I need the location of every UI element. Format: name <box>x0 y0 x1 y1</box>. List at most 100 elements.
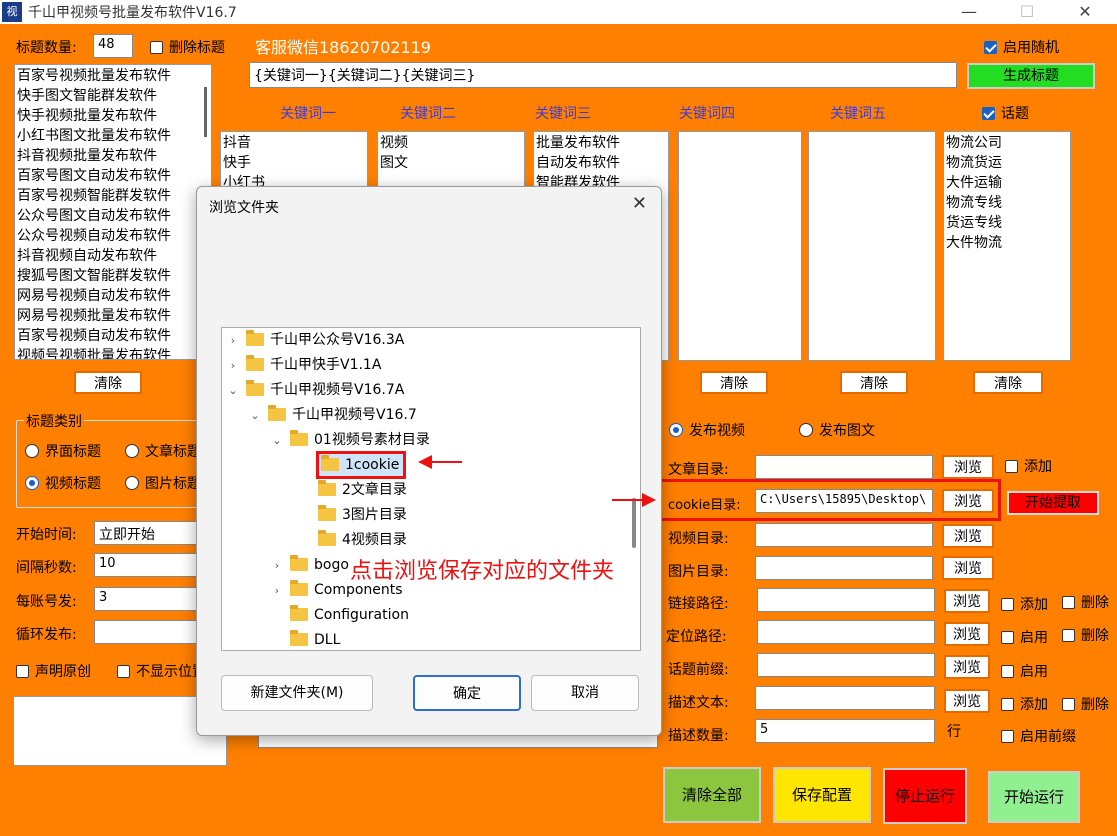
delete-title-checkbox[interactable]: 删除标题 <box>150 37 225 57</box>
title-list-item[interactable]: 百家号视频批量发布软件 <box>17 66 209 86</box>
tree-node[interactable]: 3图片目录 <box>318 503 407 527</box>
dialog-close-icon[interactable]: ✕ <box>632 193 647 214</box>
keyword4-list[interactable] <box>678 131 802 361</box>
chevron-down-icon[interactable]: ⌄ <box>248 404 262 428</box>
title-template-input[interactable]: {关键词一}{关键词二}{关键词三} <box>249 62 957 88</box>
loop-input[interactable] <box>94 620 198 644</box>
enable-random-checkbox[interactable]: 启用随机 <box>984 37 1059 57</box>
clear-keyword5-button[interactable]: 清除 <box>840 371 908 394</box>
generate-title-button[interactable]: 生成标题 <box>967 63 1095 89</box>
location-browse-button[interactable]: 浏览 <box>944 622 990 646</box>
desc-text-input[interactable] <box>755 686 935 710</box>
image-browse-button[interactable]: 浏览 <box>942 556 994 580</box>
link-delete-checkbox[interactable]: 删除 <box>1062 592 1116 612</box>
image-dir-input[interactable] <box>755 556 933 580</box>
chevron-right-icon[interactable]: › <box>226 354 240 378</box>
new-folder-button[interactable]: 新建文件夹(M) <box>221 675 373 711</box>
interval-input[interactable]: 10 <box>94 553 198 577</box>
minimize-button[interactable]: — <box>954 2 984 21</box>
title-list-item[interactable]: 抖音视频自动发布软件 <box>17 246 209 266</box>
radio-publish-image[interactable]: 发布图文 <box>799 420 875 440</box>
log-textbox[interactable] <box>13 696 227 766</box>
chevron-right-icon[interactable]: › <box>270 554 284 578</box>
title-list-item[interactable]: 网易号视频批量发布软件 <box>17 306 209 326</box>
list-item[interactable]: 物流专线 <box>946 193 1068 213</box>
title-list-item[interactable]: 快手视频批量发布软件 <box>17 106 209 126</box>
enable-prefix-checkbox[interactable]: 启用前缀 <box>1001 726 1076 746</box>
title-list-item[interactable]: 公众号图文自动发布软件 <box>17 206 209 226</box>
radio-article-title[interactable]: 文章标题 <box>125 441 205 461</box>
article-dir-input[interactable] <box>755 455 933 479</box>
tree-node[interactable]: 2文章目录 <box>318 478 407 502</box>
desc-text-browse-button[interactable]: 浏览 <box>944 689 990 713</box>
topic-list[interactable]: 物流公司 物流货运 大件运输 物流专线 货运专线 大件物流 <box>943 131 1071 361</box>
list-item[interactable]: 快手 <box>223 153 365 173</box>
tree-node[interactable]: DLL <box>290 628 340 650</box>
tree-node[interactable]: ⌄ 01视频号素材目录 <box>270 428 430 452</box>
desc-add-checkbox[interactable]: 添加 <box>1001 694 1048 714</box>
per-account-input[interactable]: 3 <box>94 587 198 611</box>
article-browse-button[interactable]: 浏览 <box>942 455 994 479</box>
tree-node[interactable]: › bogo <box>270 553 349 577</box>
topic-prefix-browse-button[interactable]: 浏览 <box>944 655 990 679</box>
chevron-down-icon[interactable]: ⌄ <box>270 429 284 453</box>
title-list-item[interactable]: 搜狐号图文智能群发软件 <box>17 266 209 286</box>
list-item[interactable]: 物流货运 <box>946 153 1068 173</box>
list-item[interactable]: 视频 <box>380 133 522 153</box>
topic-checkbox[interactable]: 话题 <box>982 103 1029 123</box>
link-browse-button[interactable]: 浏览 <box>944 589 990 613</box>
article-add-checkbox[interactable]: 添加 <box>1005 456 1052 476</box>
clear-keyword4-button[interactable]: 清除 <box>700 371 768 394</box>
chevron-right-icon[interactable]: › <box>270 579 284 603</box>
radio-image-title[interactable]: 图片标题 <box>125 473 205 493</box>
list-item[interactable]: 物流公司 <box>946 133 1068 153</box>
desc-count-input[interactable]: 5 <box>755 719 935 743</box>
tree-scrollbar-thumb[interactable] <box>632 498 636 548</box>
cancel-button[interactable]: 取消 <box>531 675 639 711</box>
hide-location-checkbox[interactable]: 不显示位置 <box>117 661 197 681</box>
list-item[interactable]: 抖音 <box>223 133 365 153</box>
chevron-right-icon[interactable]: › <box>226 329 240 353</box>
list-item[interactable]: 货运专线 <box>946 213 1068 233</box>
close-button[interactable]: ✕ <box>1070 2 1100 21</box>
folder-tree[interactable]: › 千山甲公众号V16.3A › 千山甲快手V1.1A ⌄ 千山甲视频号V16.7A … <box>221 327 641 651</box>
link-path-input[interactable] <box>757 588 935 612</box>
desc-delete-checkbox[interactable]: 删除 <box>1062 694 1116 714</box>
ok-button[interactable]: 确定 <box>413 675 521 711</box>
title-count-input[interactable]: 48 <box>93 34 133 58</box>
video-browse-button[interactable]: 浏览 <box>942 524 994 548</box>
radio-publish-video[interactable]: 发布视频 <box>669 420 745 440</box>
tree-node[interactable]: Configuration <box>290 603 409 627</box>
clear-all-button[interactable]: 清除全部 <box>663 767 761 823</box>
clear-title-list-button[interactable]: 清除 <box>74 371 142 394</box>
clear-topic-button[interactable]: 清除 <box>973 371 1043 394</box>
radio-video-title[interactable]: 视频标题 <box>25 473 101 493</box>
title-list[interactable]: 百家号视频批量发布软件 快手图文智能群发软件 快手视频批量发布软件 小红书图文批量发布… <box>14 64 212 360</box>
start-extract-button[interactable]: 开始提取 <box>1007 491 1099 515</box>
title-list-item[interactable]: 公众号视频自动发布软件 <box>17 226 209 246</box>
topic-prefix-enable-checkbox[interactable]: 启用 <box>1001 661 1048 681</box>
tree-node[interactable]: ⌄ 千山甲视频号V16.7 <box>248 403 417 427</box>
tree-node[interactable]: 4视频目录 <box>318 528 407 552</box>
tree-node[interactable]: › 千山甲公众号V16.3A <box>226 328 404 352</box>
title-list-item[interactable]: 百家号视频自动发布软件 <box>17 326 209 346</box>
list-item[interactable]: 自动发布软件 <box>536 153 666 173</box>
maximize-button[interactable]: ☐ <box>1012 2 1042 21</box>
radio-interface-title[interactable]: 界面标题 <box>25 441 101 461</box>
declare-original-checkbox[interactable]: 声明原创 <box>16 661 91 681</box>
title-list-item[interactable]: 小红书图文批量发布软件 <box>17 126 209 146</box>
save-config-button[interactable]: 保存配置 <box>773 767 871 823</box>
list-item[interactable]: 大件物流 <box>946 233 1068 253</box>
video-dir-input[interactable] <box>755 523 933 547</box>
location-enable-checkbox[interactable]: 启用 <box>1001 627 1048 647</box>
title-list-item[interactable]: 视频号视频批量发布软件 <box>17 346 209 359</box>
link-add-checkbox[interactable]: 添加 <box>1001 594 1048 614</box>
title-list-item[interactable]: 网易号视频自动发布软件 <box>17 286 209 306</box>
topic-prefix-input[interactable] <box>757 653 935 677</box>
title-list-item[interactable]: 快手图文智能群发软件 <box>17 86 209 106</box>
location-path-input[interactable] <box>757 620 935 644</box>
title-list-scrollbar[interactable] <box>204 87 207 137</box>
chevron-down-icon[interactable]: ⌄ <box>226 379 240 403</box>
title-list-item[interactable]: 百家号视频智能群发软件 <box>17 186 209 206</box>
stop-button[interactable]: 停止运行 <box>883 768 967 824</box>
